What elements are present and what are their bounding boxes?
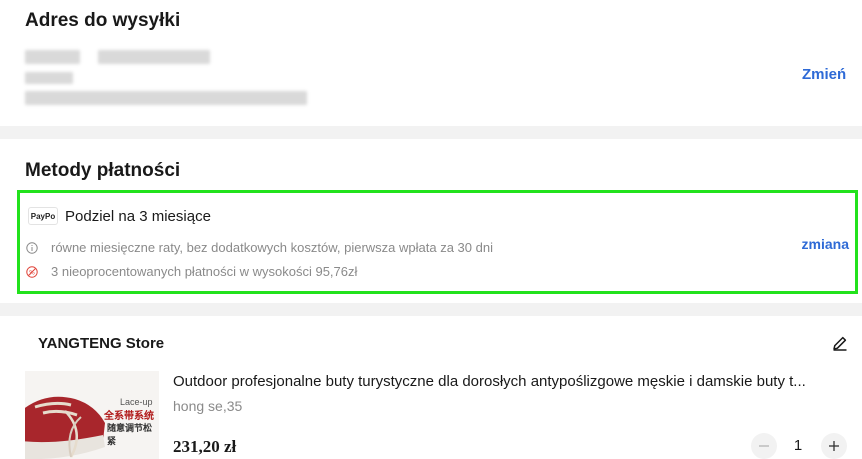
payment-info-row: równe miesięczne raty, bez dodatkowych k… [25,240,493,255]
installments-text: 3 nieoprocentowanych płatności w wysokoś… [51,264,358,279]
svg-text:%: % [29,269,35,276]
product-thumbnail[interactable]: Lace-up 全系带系统 随意调节松紧 [25,371,159,459]
selected-payment-method-card[interactable]: PayPo Podziel na 3 miesiące równe miesię… [17,190,858,294]
installments-row: % 3 nieoprocentowanych płatności w wysok… [25,264,357,279]
info-icon [25,241,38,254]
payment-info-text: równe miesięczne raty, bez dodatkowych k… [51,240,493,255]
store-order-section: YANGTENG Store Lace-up 全系带系统 随意调节松紧 Outd… [0,316,862,459]
plus-icon [829,441,839,451]
section-divider [0,303,862,316]
minus-icon [759,445,769,447]
shipping-address-section: Adres do wysyłki Zmień [0,0,862,126]
store-name[interactable]: YANGTENG Store [38,335,164,352]
no-interest-icon: % [25,265,38,278]
change-payment-link[interactable]: zmiana [802,236,849,252]
quantity-value: 1 [793,437,803,454]
change-address-link[interactable]: Zmień [802,66,846,83]
product-price: 231,20 zł [173,437,237,456]
payment-method-name: Podziel na 3 miesiące [65,208,211,225]
product-title[interactable]: Outdoor profesjonalne buty turystyczne d… [173,373,853,390]
payment-methods-title: Metody płatności [25,160,181,181]
shipping-address-title: Adres do wysyłki [25,10,181,31]
increase-quantity-button[interactable] [821,433,847,459]
payment-methods-section: Metody płatności PayPo Podziel na 3 mies… [0,139,862,303]
paypo-logo: PayPo [28,207,58,225]
decrease-quantity-button[interactable] [751,433,777,459]
edit-icon[interactable] [832,335,848,351]
section-divider [0,126,862,139]
product-variant: hong se,35 [173,398,243,414]
